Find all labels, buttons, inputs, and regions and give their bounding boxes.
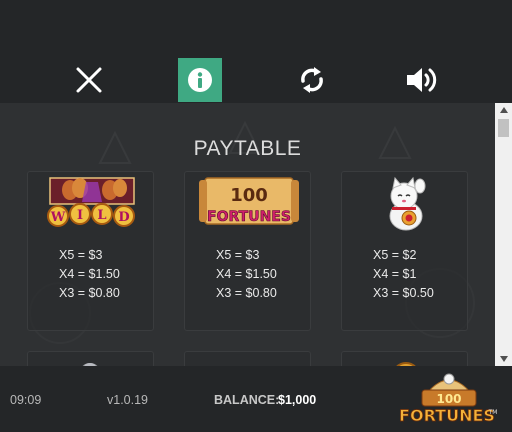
pay-x3: X3 = $0.50 [373,286,434,300]
logo-trademark: TM [488,409,498,416]
lucky-cat-symbol [342,172,469,236]
triangle-up-icon [499,107,508,113]
fortunes-symbol-number: 100 [230,185,268,206]
symbol-card-lucky-cat: X5 = $2 X4 = $1 X3 = $0.50 [341,171,468,331]
close-icon [76,67,102,93]
top-toolbar [0,0,512,103]
clock: 09:09 [10,393,42,407]
paytable-panel[interactable]: PAYTABLE W I L D X5 = $3 X4 = $1.50 X3 =… [0,103,512,366]
fortunes-symbol: 100 FORTUNES [185,172,312,236]
svg-text:W: W [49,210,65,225]
game-logo: 100 FORTUNES TM [399,373,498,425]
lucky-cat-icon [389,176,425,231]
bowl-icon [185,352,311,366]
pay-x5: X5 = $3 [59,248,103,262]
svg-text:L: L [97,208,106,223]
pay-x3: X3 = $0.80 [59,286,120,300]
wild-coins-icon: W I L D [46,177,135,227]
pay-x4: X4 = $1.50 [216,267,277,281]
svg-text:D: D [118,210,129,225]
info-icon [188,68,212,92]
status-footer: 09:09 v1.0.19 BALANCE: $1,000 100 FORTUN… [0,366,512,432]
triangle-down-icon [499,356,508,362]
balance-label: BALANCE: [214,393,280,407]
symbol-card-wild: W I L D X5 = $3 X4 = $1.50 X3 = $0.80 [27,171,154,331]
symbol-card-100-fortunes: 100 FORTUNES X5 = $3 X4 = $1.50 X3 = $0.… [184,171,311,331]
100-fortunes-logo-icon: 100 FORTUNES [198,177,299,225]
symbol-card-partial [27,351,154,366]
scroll-thumb[interactable] [498,119,509,137]
balance-value: $1,000 [278,393,317,407]
symbol-card-partial [341,351,468,366]
pay-x5: X5 = $2 [373,248,417,262]
symbol-card-partial [184,351,311,366]
pay-x3: X3 = $0.80 [216,286,277,300]
scroll-down-button[interactable] [495,352,512,366]
logo-number: 100 [436,392,461,406]
sound-button[interactable] [401,58,445,102]
speaker-icon [407,68,437,92]
close-button[interactable] [67,58,111,102]
scrollbar[interactable] [495,103,512,366]
info-button[interactable] [178,58,222,102]
wild-symbol: W I L D [28,172,155,236]
version-label: v1.0.19 [107,393,149,407]
svg-text:I: I [76,208,82,223]
fortunes-symbol-text: FORTUNES [207,209,291,225]
coin-icon [396,362,416,366]
scroll-up-button[interactable] [495,103,512,117]
logo-text: FORTUNES [399,406,495,425]
lantern-icon [82,363,98,366]
pay-x4: X4 = $1 [373,267,417,281]
refresh-button[interactable] [290,58,334,102]
refresh-icon [301,67,323,93]
page-title: PAYTABLE [193,137,302,160]
pay-x5: X5 = $3 [216,248,260,262]
pay-x4: X4 = $1.50 [59,267,120,281]
